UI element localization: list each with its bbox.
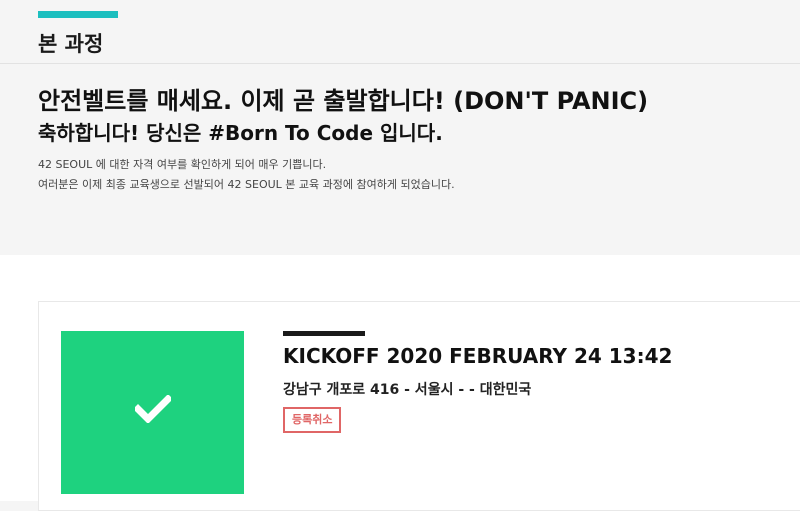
registration-status-tile <box>61 331 244 494</box>
section-divider <box>0 63 800 64</box>
event-title-bar <box>283 331 365 336</box>
announcement-body-line-2: 여러분은 이제 최종 교육생으로 선발되어 42 SEOUL 본 교육 과정에 … <box>38 178 455 191</box>
announcement-body-line-1: 42 SEOUL 에 대한 자격 여부를 확인하게 되어 매우 기쁩니다. <box>38 158 327 171</box>
section-title: 본 과정 <box>38 32 104 56</box>
check-icon <box>135 395 171 423</box>
announcement-headline: 안전벨트를 매세요. 이제 곧 출발합니다! (DON'T PANIC) <box>38 87 649 115</box>
accent-bar <box>38 11 118 18</box>
cancel-registration-button[interactable]: 등록취소 <box>283 407 342 433</box>
announcement-subheadline: 축하합니다! 당신은 #Born To Code 입니다. <box>38 121 443 145</box>
event-title: KICKOFF 2020 FEBRUARY 24 13:42 <box>283 344 673 368</box>
event-location: 강남구 개포로 416 - 서울시 - - 대한민국 <box>283 382 532 398</box>
announcement-section: 본 과정 안전벨트를 매세요. 이제 곧 출발합니다! (DON'T PANIC… <box>0 0 800 255</box>
